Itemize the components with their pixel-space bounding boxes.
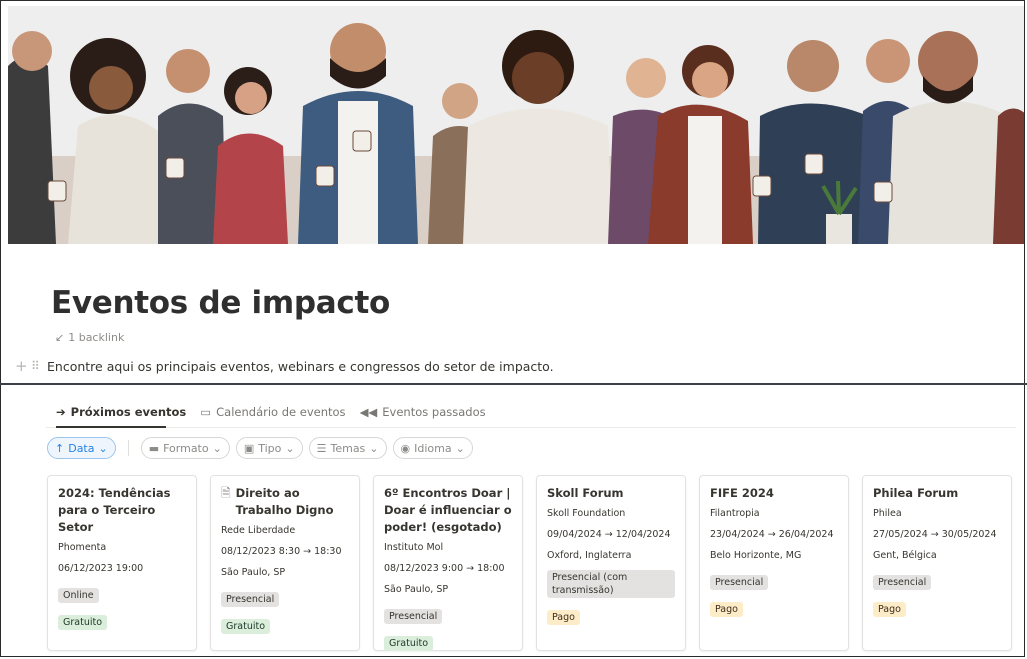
backlink-label: 1 backlink [68, 331, 125, 344]
event-card[interactable]: Philea Forum Philea 27/05/2024 → 30/05/2… [862, 475, 1012, 651]
tab-label: Eventos passados [382, 405, 486, 419]
event-title: FIFE 2024 [710, 486, 774, 500]
event-card[interactable]: 6º Encontros Doar | Doar é influenciar o… [373, 475, 523, 651]
document-icon: 🗎 [221, 486, 231, 500]
tab-calendario[interactable]: ▭ Calendário de eventos [200, 405, 345, 425]
event-date: 27/05/2024 → 30/05/2024 [873, 529, 997, 540]
page-title: Eventos de impacto [51, 285, 390, 321]
section-divider [0, 383, 1027, 385]
chevron-down-icon: ⌄ [455, 441, 465, 455]
rewind-icon: ◀◀ [359, 405, 378, 419]
event-location: São Paulo, SP [384, 584, 449, 595]
chevron-down-icon: ⌄ [212, 441, 222, 455]
description-block: + ⠿ Encontre aqui os principais eventos,… [15, 357, 554, 375]
tag-icon: ▣ [243, 441, 255, 455]
filter-tipo[interactable]: ▣ Tipo ⌄ [235, 437, 303, 459]
price-tag: Gratuito [58, 615, 108, 630]
filter-label: Idioma [414, 441, 452, 455]
event-org: Phomenta [58, 542, 107, 553]
filter-label: Temas [330, 441, 366, 455]
event-card[interactable]: 🗎 Direito ao Trabalho Digno Rede Liberda… [210, 475, 360, 651]
price-tag: Gratuito [221, 619, 271, 634]
event-card[interactable]: Skoll Forum Skoll Foundation 09/04/2024 … [536, 475, 686, 651]
format-tag: Presencial [221, 592, 280, 607]
tab-label: Calendário de eventos [216, 405, 346, 419]
event-title-row: 🗎 Direito ao Trabalho Digno [221, 485, 349, 519]
speech-icon: ◉ [400, 441, 411, 455]
event-location: São Paulo, SP [221, 567, 286, 578]
backlink-arrow-icon: ↙ [55, 331, 65, 344]
filter-label: Formato [163, 441, 209, 455]
event-title: 6º Encontros Doar | Doar é influenciar o… [384, 486, 512, 534]
event-org: Rede Liberdade [221, 525, 296, 536]
crowd-illustration [8, 6, 1024, 244]
format-tag: Presencial [710, 575, 769, 590]
backlink[interactable]: ↙ 1 backlink [55, 331, 124, 344]
price-tag: Pago [547, 610, 580, 625]
format-tag: Presencial [384, 609, 443, 624]
arrow-up-icon: ↑ [55, 441, 65, 455]
event-org: Instituto Mol [384, 542, 444, 553]
format-tag: Presencial (com transmissão) [547, 570, 675, 598]
price-tag: Pago [873, 602, 906, 617]
filter-idioma[interactable]: ◉ Idioma ⌄ [392, 437, 473, 459]
chevron-down-icon: ⌄ [285, 441, 295, 455]
chevron-down-icon: ⌄ [98, 441, 108, 455]
filter-temas[interactable]: ☰ Temas ⌄ [308, 437, 387, 459]
event-card[interactable]: 2024: Tendências para o Terceiro Setor P… [47, 475, 197, 651]
event-date: 08/12/2023 9:00 → 18:00 [384, 563, 505, 574]
add-block-icon[interactable]: + [15, 357, 31, 375]
format-tag: Presencial [873, 575, 932, 590]
filter-formato[interactable]: ▬ Formato ⌄ [140, 437, 230, 459]
view-tabs: ➔ Próximos eventos ▭ Calendário de event… [56, 405, 486, 425]
event-date: 06/12/2023 19:00 [58, 563, 144, 574]
event-card[interactable]: FIFE 2024 Filantropia 23/04/2024 → 26/04… [699, 475, 849, 651]
tab-proximos-eventos[interactable]: ➔ Próximos eventos [56, 405, 186, 425]
event-location: Oxford, Inglaterra [547, 550, 632, 561]
event-title: Skoll Forum [547, 486, 624, 500]
tab-label: Próximos eventos [70, 405, 187, 419]
multiselect-icon: ☰ [316, 441, 327, 455]
filter-bar: ↑ Data ⌄ ▬ Formato ⌄ ▣ Tipo ⌄ ☰ Temas ⌄ … [47, 437, 473, 459]
tab-eventos-passados[interactable]: ◀◀ Eventos passados [360, 405, 486, 425]
event-location: Belo Horizonte, MG [710, 550, 802, 561]
event-title: 2024: Tendências para o Terceiro Setor [58, 486, 171, 534]
event-title: Direito ao Trabalho Digno [235, 486, 334, 517]
page-description: Encontre aqui os principais eventos, web… [47, 358, 554, 374]
cover-image [8, 6, 1024, 244]
tabs-baseline [46, 427, 1016, 428]
event-date: 09/04/2024 → 12/04/2024 [547, 529, 671, 540]
filter-label: Tipo [258, 441, 282, 455]
format-tag: Online [58, 588, 99, 603]
event-date: 23/04/2024 → 26/04/2024 [710, 529, 834, 540]
event-title: Philea Forum [873, 486, 959, 500]
active-tab-indicator [56, 426, 166, 428]
event-location: Gent, Bélgica [873, 550, 937, 561]
sort-label: Data [68, 441, 95, 455]
sort-date-chip[interactable]: ↑ Data ⌄ [47, 437, 116, 459]
event-org: Philea [873, 508, 902, 519]
list-icon: ▬ [148, 441, 160, 455]
filter-separator [127, 440, 129, 456]
chevron-down-icon: ⌄ [369, 441, 379, 455]
event-date: 08/12/2023 8:30 → 18:30 [221, 546, 342, 557]
drag-handle-icon[interactable]: ⠿ [31, 359, 47, 373]
calendar-icon: ▭ [200, 405, 212, 419]
price-tag: Pago [710, 602, 743, 617]
arrow-circle-icon: ➔ [56, 405, 66, 419]
event-org: Filantropia [710, 508, 760, 519]
event-org: Skoll Foundation [547, 508, 626, 519]
price-tag: Gratuito [384, 636, 434, 651]
